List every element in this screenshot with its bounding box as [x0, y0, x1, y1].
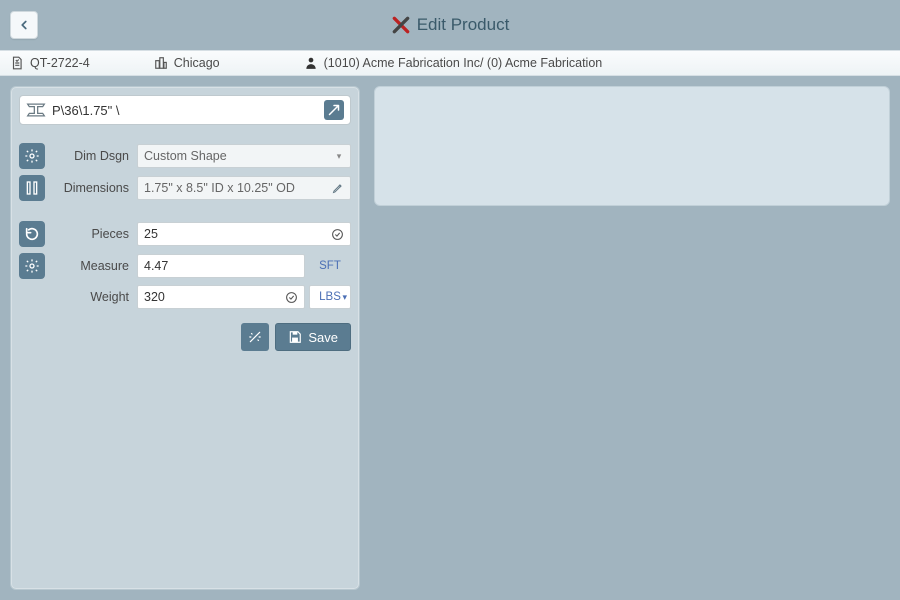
weight-value: 320: [144, 290, 285, 304]
pencil-icon: [332, 182, 344, 194]
main-area: P\36\1.75" \ Dim Dsgn Custom Shape ▾ Dim…: [0, 76, 900, 600]
doc-id-text: QT-2722-4: [30, 56, 90, 70]
check-circle-icon: [331, 228, 344, 241]
weight-unit-select[interactable]: LBS ▾: [309, 285, 351, 309]
chevron-left-icon: [17, 18, 31, 32]
location-item: Chicago: [154, 56, 220, 70]
titlebar: Edit Product: [0, 0, 900, 50]
person-icon: [304, 56, 318, 70]
building-icon: [154, 56, 168, 70]
dim-dsgn-label: Dim Dsgn: [57, 149, 129, 163]
product-goto-button[interactable]: [324, 100, 344, 120]
beam-icon: [26, 101, 46, 119]
product-name-row: P\36\1.75" \: [19, 95, 351, 125]
measure-value: 4.47: [144, 259, 298, 273]
left-panel: P\36\1.75" \ Dim Dsgn Custom Shape ▾ Dim…: [10, 86, 360, 590]
save-button-label: Save: [308, 330, 338, 345]
app-logo-icon: [391, 15, 411, 35]
weight-input[interactable]: 320: [137, 285, 305, 309]
gear-icon: [24, 258, 40, 274]
customer-text: (1010) Acme Fabrication Inc/ (0) Acme Fa…: [324, 56, 603, 70]
settings-button[interactable]: [19, 143, 45, 169]
document-icon: [10, 56, 24, 70]
pieces-label: Pieces: [57, 227, 129, 241]
edit-dimensions-button[interactable]: [332, 182, 344, 194]
doc-id-item: QT-2722-4: [10, 56, 90, 70]
chevron-down-icon: ▾: [334, 151, 344, 161]
dimensions-tool-button[interactable]: [19, 175, 45, 201]
infobar: QT-2722-4 Chicago (1010) Acme Fabricatio…: [0, 50, 900, 76]
magic-button[interactable]: [241, 323, 269, 351]
reset-button[interactable]: [19, 221, 45, 247]
location-text: Chicago: [174, 56, 220, 70]
customer-item: (1010) Acme Fabrication Inc/ (0) Acme Fa…: [304, 56, 603, 70]
dim-dsgn-select[interactable]: Custom Shape ▾: [137, 144, 351, 168]
measure-input[interactable]: 4.47: [137, 254, 305, 278]
chevron-down-icon: ▾: [342, 292, 347, 303]
columns-icon: [24, 180, 40, 196]
dimensions-field: 1.75" x 8.5" ID x 10.25" OD: [137, 176, 351, 200]
action-row: Save: [19, 323, 351, 351]
check-circle-icon: [285, 291, 298, 304]
pieces-input[interactable]: 25: [137, 222, 351, 246]
back-button[interactable]: [10, 11, 38, 39]
measure-label: Measure: [57, 259, 129, 273]
gear-icon: [24, 148, 40, 164]
dimensions-label: Dimensions: [57, 181, 129, 195]
settings2-button[interactable]: [19, 253, 45, 279]
pieces-value: 25: [144, 227, 331, 241]
arrow-up-right-icon: [328, 104, 340, 116]
page-title: Edit Product: [417, 15, 510, 35]
save-icon: [288, 330, 302, 344]
measure-unit: SFT: [309, 254, 351, 278]
weight-unit-value: LBS: [319, 291, 341, 303]
product-name-text: P\36\1.75" \: [52, 103, 318, 118]
dim-dsgn-value: Custom Shape: [144, 149, 334, 163]
right-panel: [374, 86, 890, 206]
dimensions-value: 1.75" x 8.5" ID x 10.25" OD: [144, 181, 332, 195]
save-button[interactable]: Save: [275, 323, 351, 351]
undo-icon: [24, 226, 40, 242]
wand-icon: [248, 330, 262, 344]
weight-label: Weight: [57, 290, 129, 304]
